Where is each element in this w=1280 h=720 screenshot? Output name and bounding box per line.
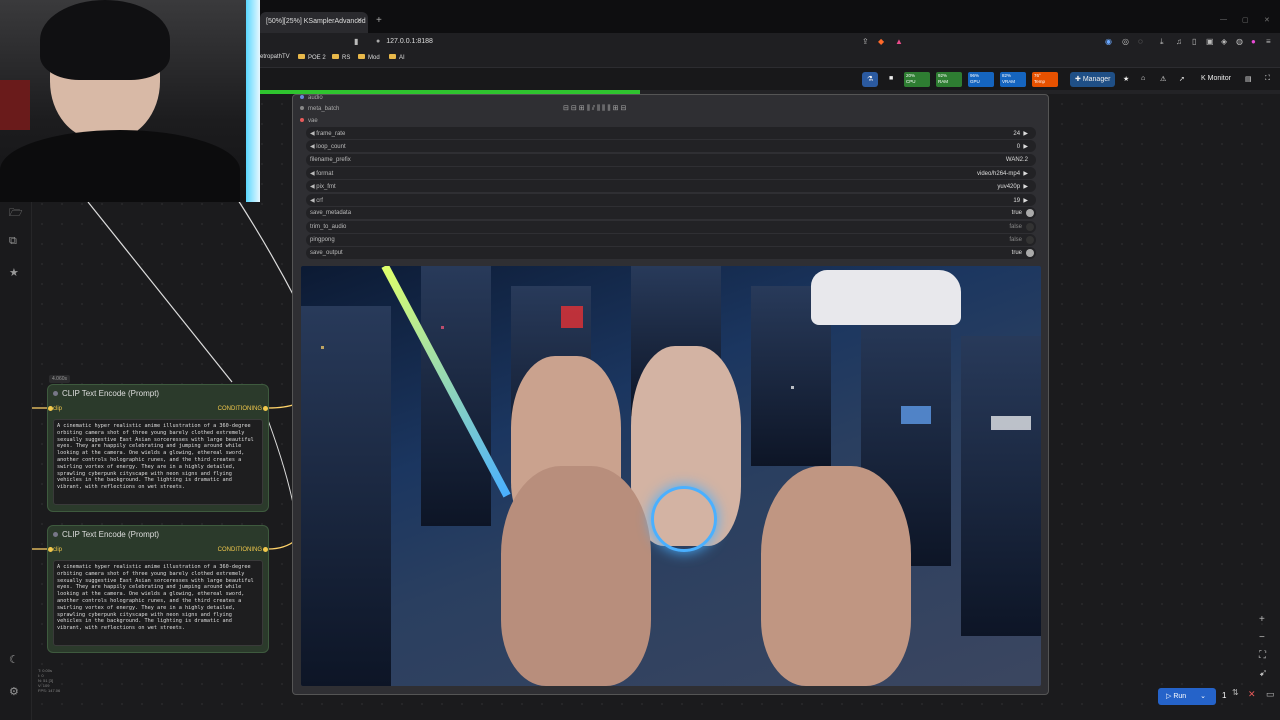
clip-text-encode-node[interactable]: CLIP Text Encode (Prompt) clip CONDITION… bbox=[47, 384, 269, 512]
collapse-dot-icon[interactable] bbox=[53, 532, 58, 537]
canvas-stats: T: 0.00s I: 0 N: 51 [3] V: 109 FPS: 147.06 bbox=[38, 668, 61, 693]
favorites-icon[interactable]: ★ bbox=[9, 266, 19, 279]
chevron-down-icon[interactable]: ⌄ bbox=[1200, 693, 1206, 700]
node-title: CLIP Text Encode (Prompt) bbox=[62, 530, 160, 539]
alignment-toolbar[interactable]: ⊟⊟⊞⫼⫽⫼⫼⫼⊞⊟ bbox=[563, 104, 628, 113]
toggle-off-icon bbox=[1026, 223, 1034, 231]
toggle-on-icon bbox=[1026, 249, 1034, 257]
input-slot-audio[interactable]: audio bbox=[300, 95, 323, 101]
toggle-on-icon bbox=[1026, 209, 1034, 217]
widget-save-output[interactable]: save_output true bbox=[306, 247, 1036, 259]
input-slot-meta-batch[interactable]: meta_batch bbox=[300, 106, 339, 112]
conditioning-output-label[interactable]: CONDITIONING bbox=[218, 406, 262, 412]
widget-loop-count[interactable]: ◀ loop_count 0 ▶ bbox=[306, 140, 1036, 152]
screen: [50%][25%] KSamplerAdvanced ✕ + — ▢ ✕ ▮ … bbox=[0, 0, 1280, 720]
conditioning-output-port[interactable] bbox=[263, 406, 268, 411]
slot-dot-icon bbox=[300, 106, 304, 110]
fit-view-icon[interactable]: ⛶ bbox=[1259, 650, 1266, 661]
folder-open-icon[interactable]: 🗁 bbox=[9, 204, 23, 223]
clip-link bbox=[237, 199, 297, 301]
node-title: CLIP Text Encode (Prompt) bbox=[62, 389, 160, 398]
zoom-out-icon[interactable]: − bbox=[1259, 632, 1265, 643]
conditioning-output-label[interactable]: CONDITIONING bbox=[218, 547, 262, 553]
widget-format[interactable]: ◀ format video/h264-mp4 ▶ bbox=[306, 167, 1036, 179]
widget-frame-rate[interactable]: ◀ frame_rate 24 ▶ bbox=[306, 127, 1036, 139]
pointer-icon[interactable]: ➹ bbox=[1259, 668, 1267, 679]
toggle-off-icon bbox=[1026, 236, 1034, 244]
run-button[interactable]: ▷ Run ⌄ bbox=[1158, 688, 1216, 705]
batch-count-input[interactable]: 1 bbox=[1218, 688, 1230, 703]
node-library-icon[interactable]: ⧉ bbox=[9, 235, 17, 248]
cancel-run-icon[interactable]: ✕ bbox=[1248, 689, 1256, 700]
conditioning-output-port[interactable] bbox=[263, 547, 268, 552]
webcam-overlay bbox=[0, 0, 260, 202]
clip-text-encode-node[interactable]: CLIP Text Encode (Prompt) clip CONDITION… bbox=[47, 525, 269, 653]
clip-input-port[interactable] bbox=[48, 406, 53, 411]
widget-save-metadata[interactable]: save_metadata true bbox=[306, 207, 1036, 219]
node-ports: clip CONDITIONING bbox=[48, 403, 268, 417]
slot-dot-icon bbox=[300, 95, 304, 99]
widget-crf[interactable]: ◀ crf 19 ▶ bbox=[306, 194, 1036, 206]
widget-trim-to-audio[interactable]: trim_to_audio false bbox=[306, 221, 1036, 233]
queue-panel-icon[interactable]: ▭ bbox=[1266, 689, 1275, 700]
clip-input-label[interactable]: clip bbox=[53, 547, 62, 553]
slot-dot-icon bbox=[300, 118, 304, 122]
widget-filename-prefix[interactable]: filename_prefix WAN2.2 bbox=[306, 154, 1036, 166]
video-preview[interactable] bbox=[301, 266, 1041, 686]
prompt-textarea[interactable]: A cinematic hyper realistic anime illust… bbox=[53, 560, 263, 646]
theme-toggle-icon[interactable]: ☾ bbox=[9, 653, 19, 666]
input-slot-vae[interactable]: vae bbox=[300, 118, 318, 124]
settings-icon[interactable]: ⚙ bbox=[9, 685, 19, 698]
stepper-icon[interactable]: ⇅ bbox=[1232, 688, 1239, 697]
widget-pingpong[interactable]: pingpong false bbox=[306, 234, 1036, 246]
node-header[interactable]: CLIP Text Encode (Prompt) bbox=[48, 526, 268, 544]
node-ports: clip CONDITIONING bbox=[48, 544, 268, 558]
clip-input-port[interactable] bbox=[48, 547, 53, 552]
clip-input-label[interactable]: clip bbox=[53, 406, 62, 412]
prompt-textarea[interactable]: A cinematic hyper realistic anime illust… bbox=[53, 419, 263, 505]
zoom-in-icon[interactable]: + bbox=[1259, 614, 1265, 625]
collapse-dot-icon[interactable] bbox=[53, 391, 58, 396]
widget-pix-fmt[interactable]: ◀ pix_fmt yuv420p ▶ bbox=[306, 180, 1036, 192]
node-header[interactable]: CLIP Text Encode (Prompt) bbox=[48, 385, 268, 403]
clip-link bbox=[87, 201, 233, 383]
execution-time-badge: 4.060s bbox=[49, 375, 71, 383]
